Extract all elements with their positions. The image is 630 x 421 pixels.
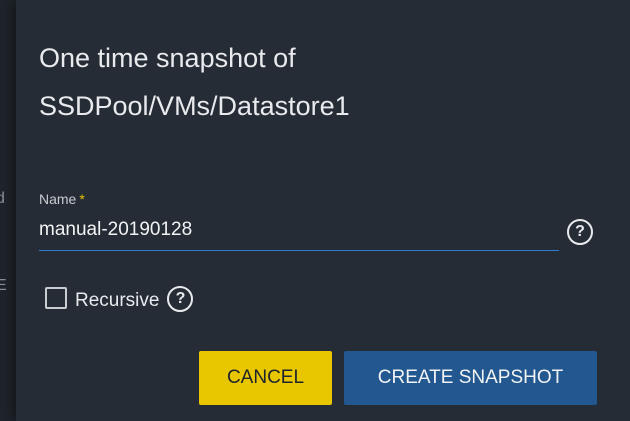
background-text-fragment: d [0, 190, 5, 207]
snapshot-dialog: One time snapshot of SSDPool/VMs/Datasto… [16, 0, 630, 421]
name-label-text: Name [39, 191, 77, 207]
help-icon[interactable]: ? [567, 219, 593, 245]
create-snapshot-button[interactable]: CREATE SNAPSHOT [344, 351, 597, 405]
cancel-button[interactable]: CANCEL [199, 351, 332, 405]
background-text-fragment: E [0, 277, 7, 294]
recursive-label[interactable]: Recursive [75, 290, 159, 312]
recursive-checkbox[interactable] [45, 287, 67, 309]
name-field-label: Name * [39, 191, 85, 207]
recursive-option: Recursive ? [45, 283, 194, 313]
dialog-title: One time snapshot of SSDPool/VMs/Datasto… [39, 43, 350, 121]
required-marker: * [79, 191, 85, 207]
name-input-wrapper [39, 214, 559, 251]
name-input[interactable] [39, 214, 559, 246]
help-icon[interactable]: ? [167, 286, 194, 312]
